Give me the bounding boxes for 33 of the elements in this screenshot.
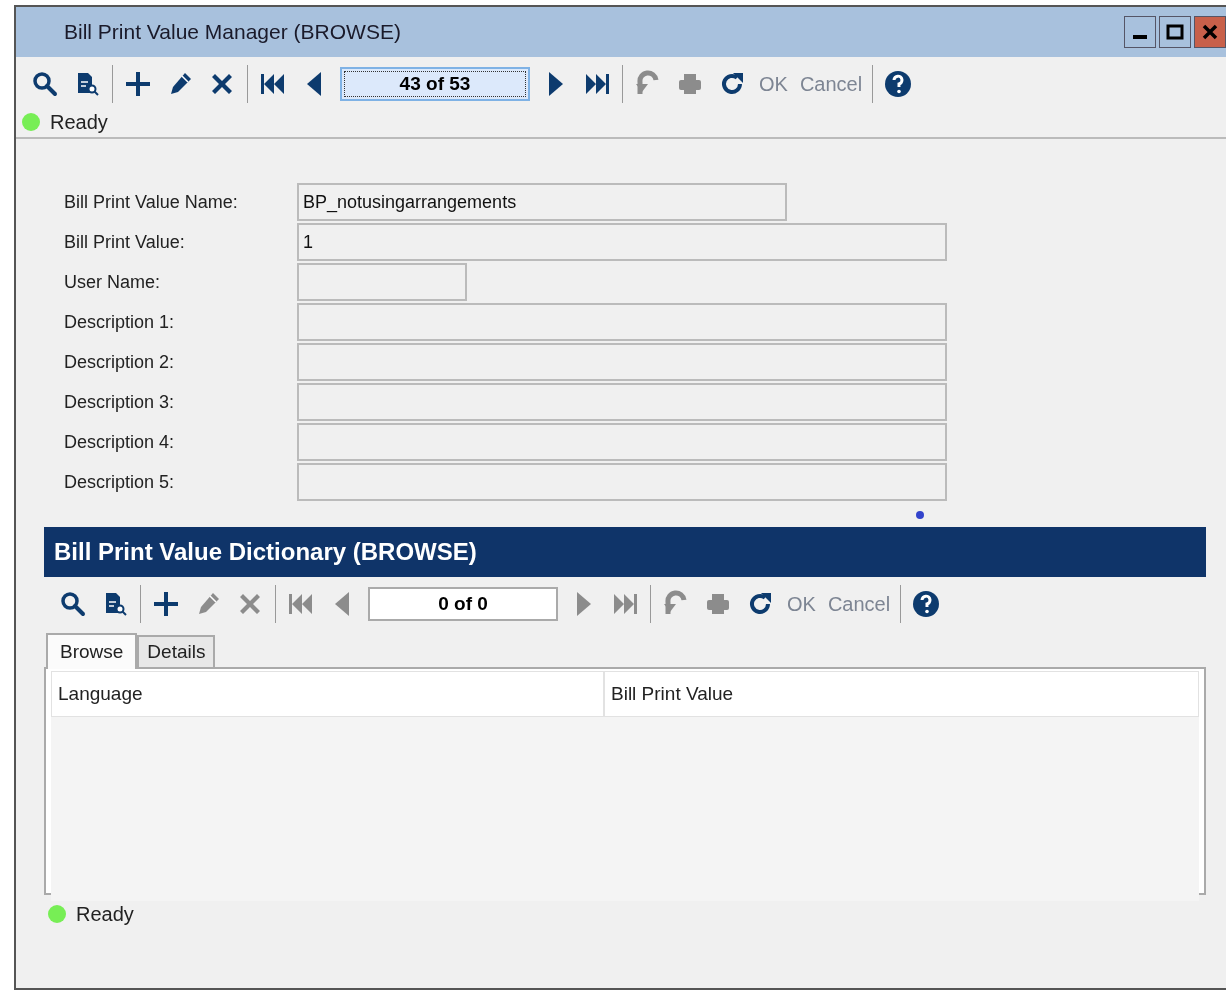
field-label: Description 3: [64, 391, 176, 413]
tab[interactable]: Details [137, 635, 216, 667]
close-button[interactable] [1194, 16, 1226, 48]
status-text: Ready [50, 110, 108, 134]
minimize-icon [1133, 35, 1147, 39]
input-field[interactable]: BP_notusingarrangements [297, 183, 787, 221]
field-label: Description 5: [64, 471, 176, 493]
section-header: Bill Print Value Dictionary (BROWSE) [44, 527, 1206, 577]
maximize-button[interactable] [1159, 16, 1191, 48]
close-icon [1201, 23, 1219, 41]
field-label: Description 2: [64, 351, 176, 373]
maximize-icon [1166, 23, 1184, 41]
column-header[interactable]: Bill Print Value [604, 671, 1199, 717]
input-field[interactable] [297, 383, 947, 421]
field-label: Bill Print Value Name: [64, 191, 239, 213]
field-label: Bill Print Value: [64, 231, 186, 253]
record-field[interactable]: 43 of 53 [340, 67, 530, 101]
status-text: Ready [76, 902, 134, 926]
field-label: Description 1: [64, 311, 176, 333]
input-field[interactable] [297, 263, 467, 301]
tab[interactable]: Browse [46, 633, 138, 669]
input-field[interactable]: 1 [297, 223, 947, 261]
record-field[interactable]: 0 of 0 [368, 587, 558, 621]
input-field[interactable] [297, 303, 947, 341]
input-field[interactable] [297, 423, 947, 461]
field-label: User Name: [64, 271, 162, 293]
field-label: Description 4: [64, 431, 176, 453]
window-title: Bill Print Value Manager (BROWSE) [64, 20, 402, 44]
input-field[interactable] [297, 463, 947, 501]
input-field[interactable] [297, 343, 947, 381]
column-header[interactable]: Language [51, 671, 604, 717]
dot-marker [916, 511, 924, 519]
minimize-button[interactable] [1124, 16, 1156, 48]
